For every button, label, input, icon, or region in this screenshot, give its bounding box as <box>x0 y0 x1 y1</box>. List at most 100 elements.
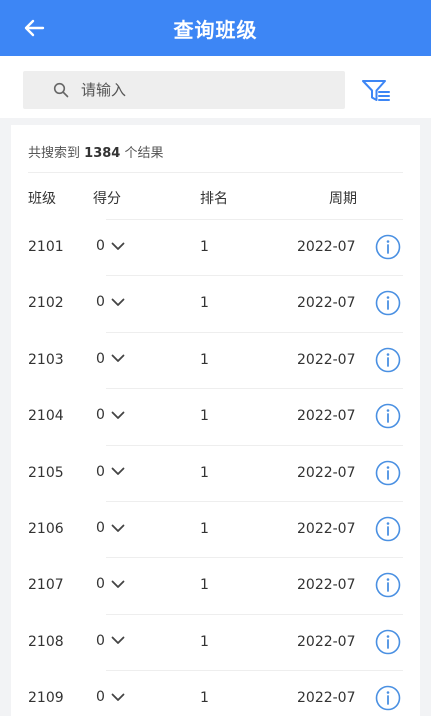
row-divider <box>106 613 403 615</box>
cell-score: 0 <box>96 238 105 254</box>
table-row[interactable]: 2109 0 1 2022-07 <box>11 670 420 716</box>
table-row[interactable]: 2107 0 1 2022-07 <box>11 557 420 613</box>
table-row[interactable]: 2104 0 1 2022-07 <box>11 388 420 444</box>
table-row[interactable]: 2108 0 1 2022-07 <box>11 613 420 670</box>
chevron-down-icon <box>111 467 125 477</box>
cell-score: 0 <box>96 576 105 593</box>
cell-score: 0 <box>96 350 105 367</box>
search-input[interactable] <box>81 81 301 99</box>
score-dropdown[interactable]: 0 <box>96 351 125 367</box>
cell-rank: 1 <box>200 464 209 481</box>
cell-score: 0 <box>96 463 105 480</box>
score-dropdown[interactable]: 0 <box>96 576 125 592</box>
app-header: 查询班级 <box>0 0 431 56</box>
chevron-down-icon <box>111 410 125 420</box>
cell-period: 2022-07 <box>297 690 356 707</box>
row-divider <box>106 557 403 559</box>
search-bar <box>0 56 431 118</box>
row-divider <box>106 501 403 502</box>
cell-period: 2022-07 <box>297 408 356 425</box>
score-dropdown[interactable]: 0 <box>96 407 125 423</box>
chevron-down-icon <box>111 523 125 533</box>
cell-class: 2105 <box>28 464 64 481</box>
score-dropdown[interactable]: 0 <box>96 633 125 649</box>
cell-class: 2106 <box>28 521 64 537</box>
result-count-prefix: 共搜索到 <box>28 146 81 161</box>
search-box <box>23 71 345 109</box>
cell-class: 2107 <box>28 577 64 594</box>
table-row[interactable]: 2102 0 1 2022-07 <box>11 275 420 331</box>
table-row[interactable]: 2101 0 1 2022-07 <box>11 219 420 275</box>
row-divider <box>106 275 403 277</box>
cell-score: 0 <box>96 632 105 649</box>
cell-rank: 1 <box>200 295 209 312</box>
result-count-suffix: 个结果 <box>124 146 164 161</box>
filter-button[interactable] <box>360 76 392 106</box>
cell-score: 0 <box>96 689 105 706</box>
results-panel: 共搜索到 1384 个结果 班级 得分 排名 周期 2101 0 1 2022-07 2… <box>11 125 420 716</box>
result-count-value: 1384 <box>84 146 121 161</box>
filter-icon <box>362 80 390 101</box>
score-dropdown[interactable]: 0 <box>96 520 125 536</box>
chevron-down-icon <box>111 692 125 702</box>
info-icon[interactable] <box>375 629 401 655</box>
row-divider <box>106 670 403 672</box>
column-header-rank: 排名 <box>200 191 228 207</box>
chevron-down-icon <box>111 354 125 364</box>
cell-class: 2101 <box>28 239 64 255</box>
search-icon <box>53 82 69 98</box>
score-dropdown[interactable]: 0 <box>96 689 125 705</box>
chevron-down-icon <box>111 579 125 589</box>
row-divider <box>106 219 403 220</box>
info-icon[interactable] <box>375 403 401 429</box>
cell-score: 0 <box>96 294 105 311</box>
cell-class: 2108 <box>28 633 64 650</box>
cell-period: 2022-07 <box>297 295 356 312</box>
info-icon[interactable] <box>375 516 401 542</box>
cell-rank: 1 <box>200 577 209 594</box>
cell-rank: 1 <box>200 351 209 368</box>
cell-rank: 1 <box>200 408 209 425</box>
table-row[interactable]: 2106 0 1 2022-07 <box>11 501 420 557</box>
cell-period: 2022-07 <box>297 351 356 368</box>
cell-rank: 1 <box>200 690 209 707</box>
cell-rank: 1 <box>200 239 209 255</box>
back-button[interactable] <box>18 12 50 44</box>
result-count: 共搜索到 1384 个结果 <box>28 142 164 161</box>
cell-rank: 1 <box>200 633 209 650</box>
info-icon[interactable] <box>375 572 401 598</box>
cell-class: 2103 <box>28 351 64 368</box>
cell-period: 2022-07 <box>297 521 356 537</box>
info-icon[interactable] <box>375 234 401 260</box>
cell-period: 2022-07 <box>297 464 356 481</box>
column-header-class: 班级 <box>28 191 56 207</box>
score-dropdown[interactable]: 0 <box>96 464 125 480</box>
score-dropdown[interactable]: 0 <box>96 294 125 310</box>
score-dropdown[interactable]: 0 <box>96 238 125 254</box>
cell-score: 0 <box>96 520 105 536</box>
cell-period: 2022-07 <box>297 239 356 255</box>
column-header-score: 得分 <box>93 191 121 207</box>
cell-period: 2022-07 <box>297 577 356 594</box>
info-icon[interactable] <box>375 290 401 316</box>
row-divider <box>106 444 403 446</box>
info-icon[interactable] <box>375 685 401 711</box>
chevron-down-icon <box>111 241 125 251</box>
column-header-period: 周期 <box>329 191 357 207</box>
page-title: 查询班级 <box>173 17 258 42</box>
info-icon[interactable] <box>375 460 401 486</box>
chevron-down-icon <box>111 297 125 307</box>
arrow-left-icon <box>24 19 45 37</box>
chevron-down-icon <box>111 636 125 646</box>
cell-class: 2109 <box>28 690 64 707</box>
row-divider <box>106 331 403 333</box>
table-row[interactable]: 2103 0 1 2022-07 <box>11 331 420 388</box>
row-divider <box>106 388 403 390</box>
divider <box>28 172 403 173</box>
info-icon[interactable] <box>375 347 401 373</box>
cell-class: 2104 <box>28 408 64 425</box>
table-row[interactable]: 2105 0 1 2022-07 <box>11 444 420 501</box>
cell-period: 2022-07 <box>297 633 356 650</box>
cell-rank: 1 <box>200 521 209 537</box>
cell-score: 0 <box>96 407 105 424</box>
